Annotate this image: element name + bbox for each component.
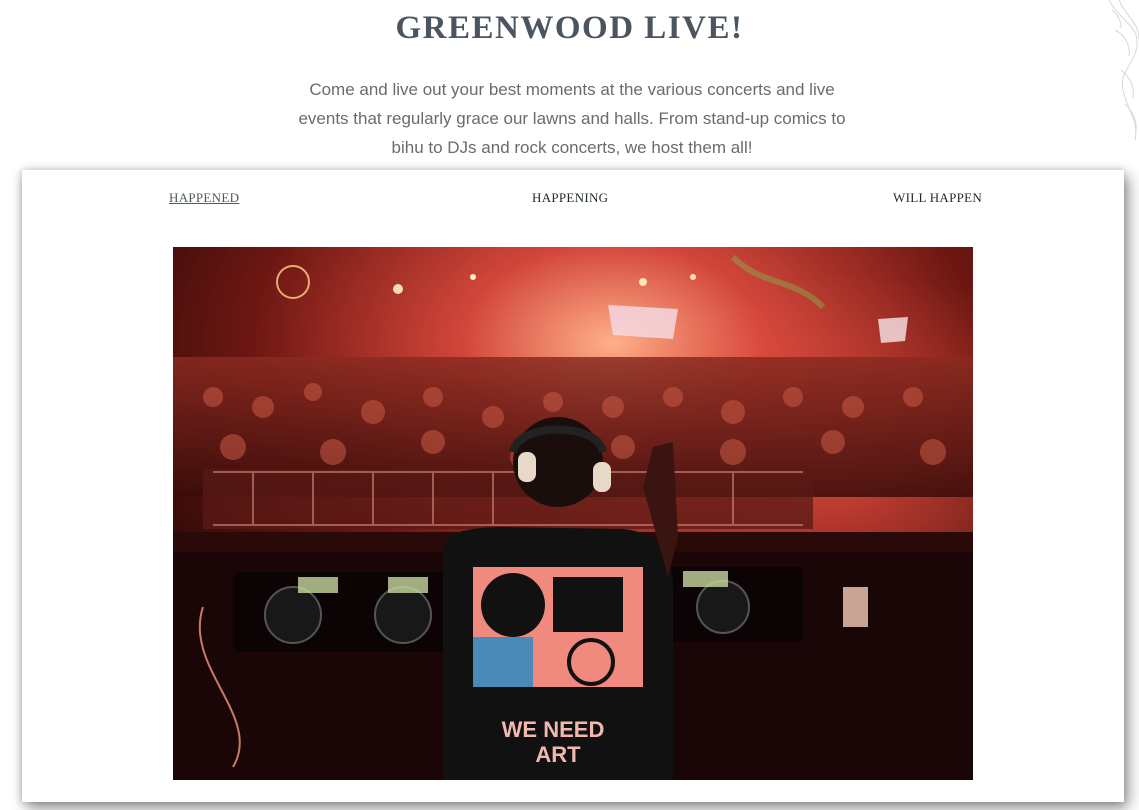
page-title: GREENWOOD LIVE!	[395, 10, 744, 46]
shirt-text-line2: ART	[535, 742, 581, 767]
intro-line: Come and live out your best moments at t…	[309, 80, 835, 99]
intro-paragraph: Come and live out your best moments at t…	[270, 75, 874, 162]
tab-happened[interactable]: HAPPENED	[169, 190, 239, 206]
dj-concert-image: WE NEED ART	[173, 247, 973, 780]
event-tabs: HAPPENED HAPPENING WILL HAPPEN	[22, 190, 1124, 210]
event-photo: WE NEED ART	[173, 247, 973, 780]
page: GREENWOOD LIVE! Come and live out your b…	[0, 0, 1139, 810]
tab-will-happen[interactable]: WILL HAPPEN	[893, 190, 982, 206]
tab-happening[interactable]: HAPPENING	[532, 190, 608, 206]
intro-line: events that regularly grace our lawns an…	[298, 109, 846, 128]
intro-line: bihu to DJs and rock concerts, we host t…	[391, 138, 753, 157]
events-card: HAPPENED HAPPENING WILL HAPPEN WE NEED A…	[22, 170, 1124, 802]
shirt-text-line1: WE NEED	[502, 717, 605, 742]
